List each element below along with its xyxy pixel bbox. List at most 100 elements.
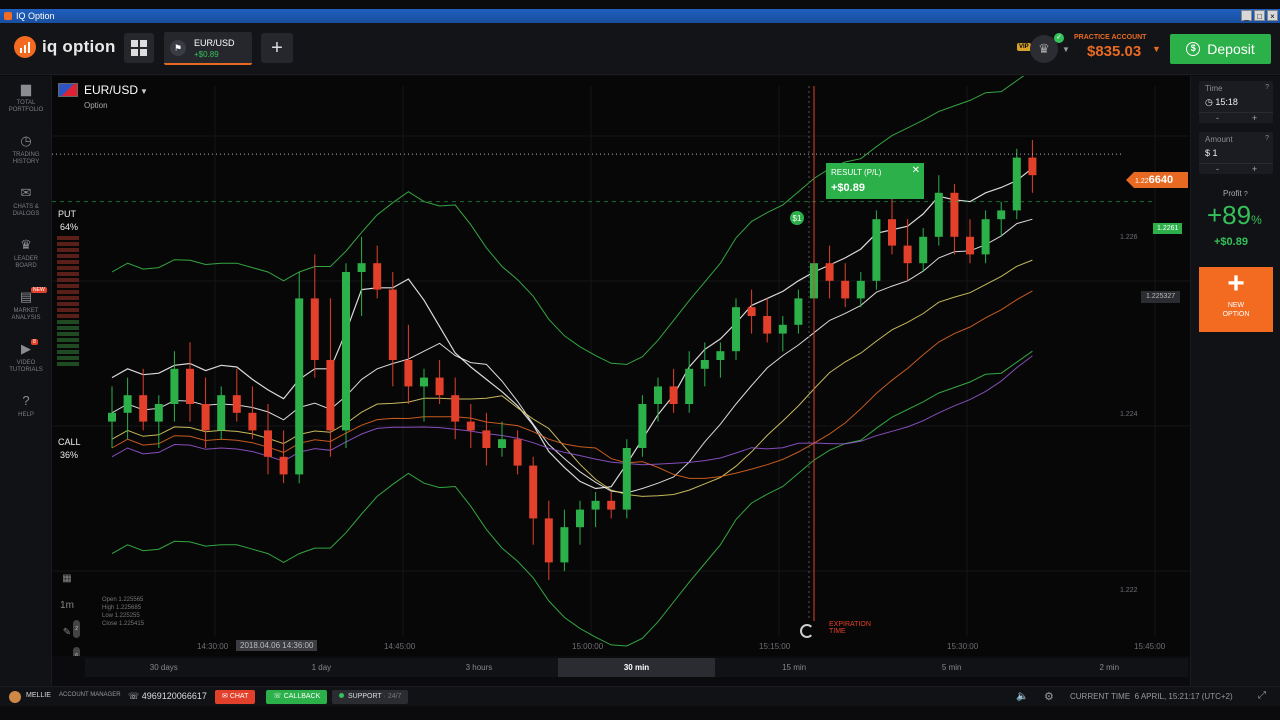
minimize-button[interactable]: _ — [1241, 10, 1252, 21]
time-box[interactable]: Time ? ◷ 15:18 - + — [1199, 81, 1273, 123]
ohlc-readout: Open 1.225565 High 1.225685 Low 1.225255… — [102, 596, 144, 628]
support-button[interactable]: SUPPORT · 24/7 — [332, 690, 409, 704]
sidebar-item-help[interactable]: ? HELP — [0, 393, 52, 419]
asset-selector[interactable]: EUR/USD ▼ Option — [58, 81, 148, 110]
grid-icon — [131, 40, 138, 47]
callback-button[interactable]: ☏ CALLBACK — [266, 690, 328, 704]
put-percent: 64% — [60, 222, 79, 232]
amount-input[interactable]: $ 1 — [1205, 148, 1218, 158]
logo-icon — [14, 36, 36, 58]
timeframe-30-days[interactable]: 30 days — [85, 658, 243, 677]
timeframe-5-min[interactable]: 5 min — [873, 658, 1031, 677]
candle-body — [763, 316, 772, 334]
timeframe-2-min[interactable]: 2 min — [1030, 658, 1188, 677]
candle-body — [747, 307, 756, 316]
maximize-button[interactable]: □ — [1254, 10, 1265, 21]
sentiment-bar-segment — [57, 296, 79, 300]
sidebar-label: ANALYSIS — [11, 315, 41, 321]
timeframe-15-min[interactable]: 15 min — [715, 658, 873, 677]
account-type-label: PRACTICE ACCOUNT — [1074, 34, 1147, 41]
footer-bar: MELLIE ACCOUNT MANAGER ☏ 4969120066617 ✉… — [0, 686, 1280, 706]
briefcase-icon: ▆ — [21, 81, 31, 96]
amount-increment-button[interactable]: + — [1236, 164, 1273, 174]
timeframe-3-hours[interactable]: 3 hours — [400, 658, 558, 677]
interval-button[interactable]: 1m — [56, 597, 78, 615]
dollar-icon: $ — [1186, 42, 1201, 56]
indicators-button[interactable]: ∿6 — [56, 647, 80, 656]
candle-body — [654, 386, 662, 404]
help-icon[interactable]: ? — [1265, 84, 1269, 91]
chat-button[interactable]: ✉ CHAT — [215, 690, 256, 704]
user-avatar[interactable] — [9, 691, 21, 703]
sentiment-bar-segment — [57, 302, 79, 306]
time-decrement-button[interactable]: - — [1199, 113, 1236, 123]
profit-label-text: Profit — [1223, 189, 1242, 198]
candle-body — [622, 448, 631, 510]
help-icon[interactable]: ? — [1244, 191, 1248, 198]
sidebar-item-market-analysis[interactable]: NEW ▤ MARKET ANALYSIS — [0, 287, 52, 322]
sentiment-bar-segment — [57, 290, 79, 294]
sidebar-item-video-tutorials[interactable]: 8 ▶ VIDEO TUTORIALS — [0, 339, 52, 374]
sentiment-bar-segment — [57, 254, 79, 258]
sidebar-label: LEADER — [13, 256, 38, 262]
help-icon[interactable]: ? — [1265, 135, 1269, 142]
candle-body — [934, 192, 943, 237]
x-tick-label: 15:45:00 — [1134, 642, 1166, 651]
sidebar-item-total-portfolio[interactable]: ▆ TOTAL PORTFOLIO — [0, 81, 52, 114]
logo[interactable]: iq option — [14, 36, 116, 58]
chat-icon: ✉ — [20, 185, 32, 200]
fullscreen-icon[interactable]: ⤢ — [1258, 690, 1266, 701]
candle-body — [388, 289, 397, 360]
current-price-prefix: 1.22 — [1135, 178, 1149, 185]
asset-tab-name: EUR/USD — [194, 38, 235, 48]
expiration-label: EXPIRATION TIME — [829, 621, 871, 635]
phone-number[interactable]: ☏ 4969120066617 — [128, 691, 207, 702]
sidebar-label: CHATS & — [13, 204, 39, 210]
user-name[interactable]: MELLIE — [26, 692, 51, 699]
balance-chevron-down-icon[interactable]: ▼ — [1152, 44, 1161, 54]
sound-off-icon[interactable]: 🔈 — [1016, 691, 1028, 702]
grid-menu-button[interactable] — [124, 33, 154, 63]
candle-body — [560, 527, 569, 563]
chevron-down-icon[interactable]: ▼ — [1062, 45, 1070, 54]
deposit-button[interactable]: $ Deposit — [1170, 34, 1271, 64]
window-titlebar: IQ Option _ □ × — [0, 9, 1280, 23]
new-option-button[interactable]: + NEW OPTION — [1199, 267, 1273, 332]
timeframe-1-day[interactable]: 1 day — [243, 658, 401, 677]
time-value-text: 15:18 — [1215, 97, 1238, 107]
gear-icon[interactable]: ⚙ — [1044, 690, 1054, 703]
sidebar-item-trading-history[interactable]: ◷ TRADING HISTORY — [0, 133, 52, 166]
candle-body — [872, 219, 881, 281]
amount-decrement-button[interactable]: - — [1199, 164, 1236, 174]
add-asset-button[interactable]: + — [261, 33, 293, 63]
time-value[interactable]: ◷ 15:18 — [1205, 97, 1238, 108]
candle-body — [950, 192, 959, 237]
account-manager-label[interactable]: ACCOUNT MANAGER — [59, 692, 121, 698]
current-price-digits: 6640 — [1148, 174, 1174, 186]
account-balance[interactable]: $835.03 — [1087, 43, 1141, 60]
time-increment-button[interactable]: + — [1236, 113, 1273, 123]
close-icon[interactable]: ✕ — [912, 165, 920, 176]
chart-type-button[interactable]: ▦ — [56, 570, 78, 588]
close-button[interactable]: × — [1267, 10, 1278, 21]
ohlc-close: Close 1.225415 — [102, 621, 145, 627]
chat-label: CHAT — [229, 693, 249, 700]
chart-area[interactable]: $1 EUR/USD ▼ Option PUT 64% CALL 36% RESU… — [52, 76, 1190, 656]
candle-body — [638, 404, 647, 448]
candle-body — [108, 412, 116, 422]
draw-tools-button[interactable]: ✎ 2 — [56, 620, 80, 642]
candle-body — [997, 210, 1006, 220]
amount-box[interactable]: Amount ? $ 1 - + — [1199, 132, 1273, 174]
sidebar-item-leader-board[interactable]: ♛ LEADER BOARD — [0, 237, 52, 270]
timeframe-bar: 30 days 1 day 3 hours 30 min 15 min 5 mi… — [85, 658, 1188, 677]
candle-body — [217, 395, 226, 431]
clock-icon: ◷ — [1205, 97, 1216, 107]
timeframe-30-min[interactable]: 30 min — [557, 658, 716, 677]
sidebar-item-chats[interactable]: ✉ CHATS & DIALOGS — [0, 185, 52, 218]
deposit-label: Deposit — [1207, 41, 1255, 57]
candle-body — [1028, 157, 1037, 176]
candle-body — [498, 439, 506, 448]
asset-tab-eurusd[interactable]: ⚑ EUR/USD +$0.89 — [164, 32, 252, 65]
current-time-value: 6 APRIL, 15:21:17 (UTC+2) — [1134, 692, 1233, 701]
price-chart[interactable]: $1 — [52, 76, 1190, 656]
